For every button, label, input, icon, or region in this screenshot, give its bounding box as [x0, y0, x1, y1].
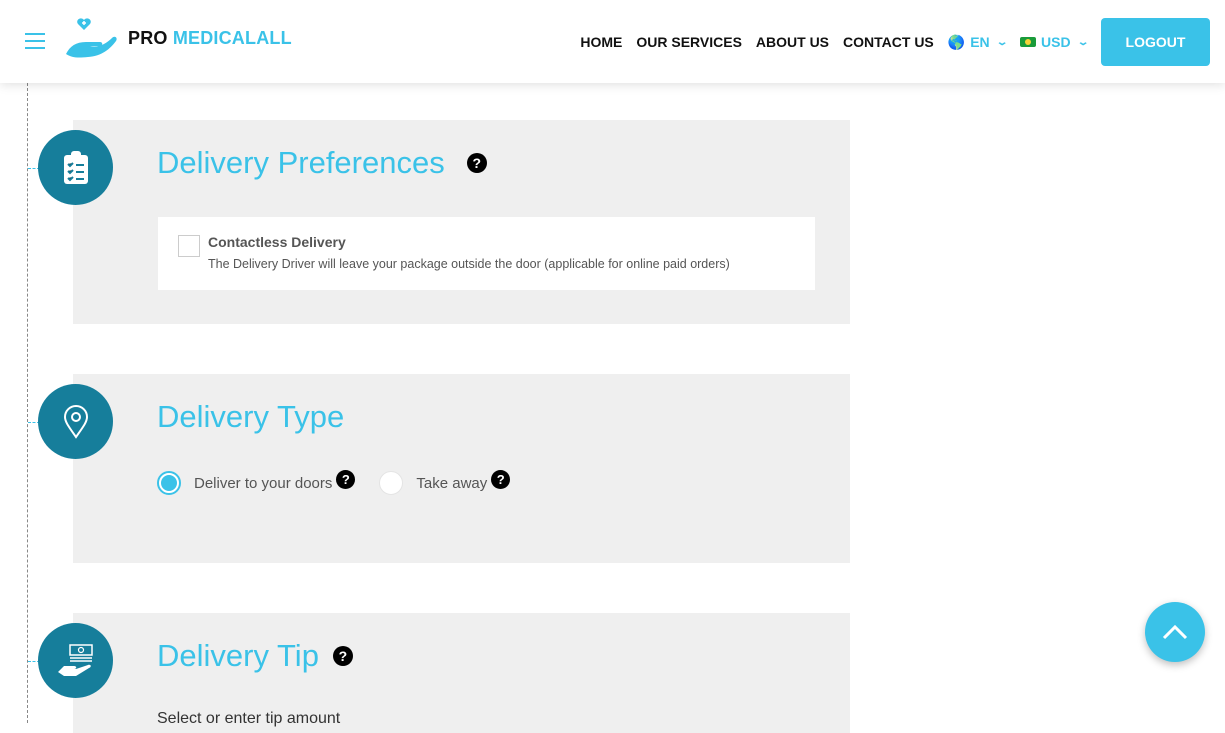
section-title: Delivery Type [157, 399, 345, 434]
nav-home[interactable]: HOME [580, 34, 622, 50]
brand-name: MEDICALALL [172, 27, 292, 48]
help-icon[interactable]: ? [336, 469, 356, 489]
radio-label[interactable]: Take away [416, 475, 487, 492]
radio-deliver-to-doors[interactable] [157, 471, 181, 495]
delivery-type-section: Delivery Type Deliver to your doors ? Ta… [73, 374, 850, 563]
globe-icon: 🌎 [947, 33, 966, 50]
option-title: Contactless Delivery [208, 234, 346, 250]
delivery-preferences-section: Delivery Preferences? Contactless Delive… [73, 120, 850, 324]
help-icon[interactable]: ? [466, 153, 487, 173]
timeline-line [27, 83, 28, 723]
radio-label[interactable]: Deliver to your doors [194, 475, 332, 492]
chevron-down-icon: ⌄ [1076, 36, 1090, 48]
map-pin-icon [38, 384, 113, 459]
logout-button[interactable]: LOGOUT [1101, 18, 1210, 66]
nav-contact-us[interactable]: CONTACT US [843, 34, 934, 50]
help-icon[interactable]: ? [332, 646, 353, 666]
section-title: Delivery Preferences [157, 145, 445, 180]
currency-select[interactable]: USD ⌄ [1020, 34, 1090, 50]
chevron-down-icon: ⌄ [995, 36, 1009, 48]
main-nav: HOME OUR SERVICES ABOUT US CONTACT US 🌎 E… [580, 18, 1210, 66]
hand-heart-logo-icon [66, 18, 117, 58]
header: PRO MEDICALALL HOME OUR SERVICES ABOUT U… [0, 0, 1225, 83]
nav-our-services[interactable]: OUR SERVICES [636, 34, 742, 50]
logo[interactable]: PRO MEDICALALL [66, 16, 292, 60]
radio-take-away[interactable] [379, 471, 404, 495]
chevron-up-icon [1162, 624, 1188, 640]
clipboard-icon [38, 130, 113, 205]
money-icon [1020, 37, 1037, 47]
language-select[interactable]: 🌎 EN ⌄ [947, 33, 1009, 51]
nav-about-us[interactable]: ABOUT US [756, 34, 829, 50]
scroll-to-top-button[interactable] [1145, 602, 1205, 662]
menu-icon[interactable] [25, 33, 45, 49]
contactless-checkbox[interactable] [178, 235, 200, 257]
currency-value: USD [1041, 34, 1071, 50]
delivery-tip-section: Delivery Tip? Select or enter tip amount [73, 613, 850, 733]
contactless-delivery-option[interactable]: Contactless Delivery The Delivery Driver… [158, 217, 815, 290]
cash-in-hand-icon [38, 623, 113, 698]
help-icon[interactable]: ? [491, 469, 511, 489]
section-title: Delivery Tip [157, 638, 319, 673]
brand-pro: PRO [128, 27, 168, 48]
tip-subtitle: Select or enter tip amount [157, 710, 341, 727]
option-description: The Delivery Driver will leave your pack… [208, 257, 730, 271]
language-value: EN [970, 34, 990, 50]
